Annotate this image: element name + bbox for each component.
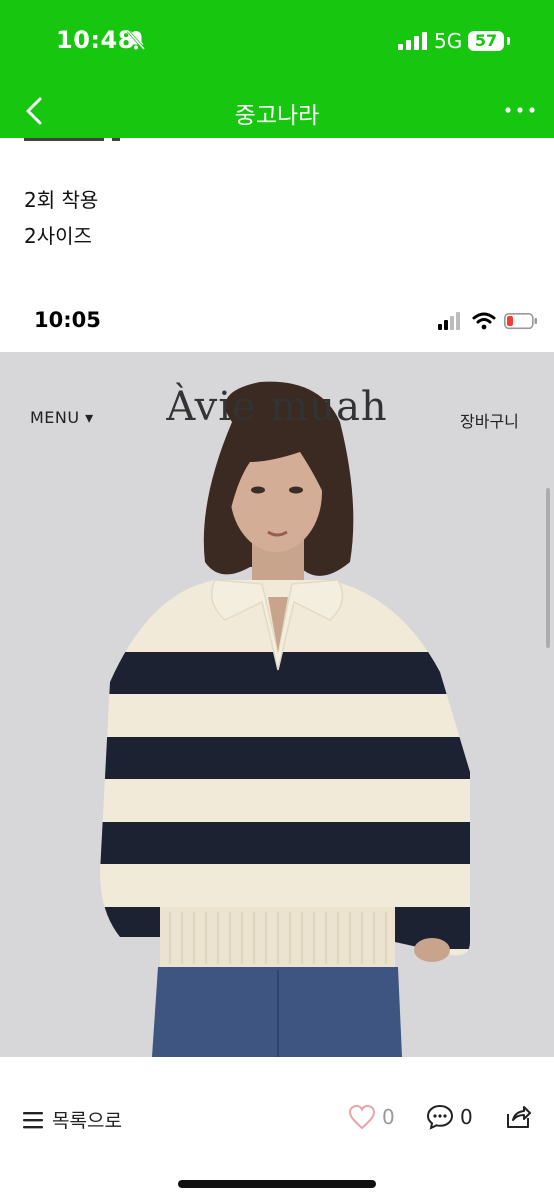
- model-illustration: [0, 352, 554, 1057]
- back-to-list-button[interactable]: 목록으로: [22, 1106, 122, 1133]
- embedded-status-time: 10:05: [34, 308, 101, 332]
- embedded-signal-icon: [438, 312, 460, 330]
- embedded-battery-icon: [504, 313, 537, 330]
- bottom-action-bar: 목록으로 0 0: [0, 1086, 554, 1150]
- share-icon[interactable]: [504, 1104, 532, 1130]
- top-nav-bar: 중고나라: [0, 84, 554, 138]
- embedded-status-bar: 10:05: [0, 290, 554, 352]
- like-count: 0: [382, 1105, 395, 1129]
- embedded-scrollbar: [546, 488, 550, 648]
- post-description: 2회 착용 2사이즈: [24, 182, 98, 254]
- page-title: 중고나라: [234, 103, 320, 129]
- heart-icon: [348, 1104, 376, 1130]
- product-photo: MENU ▾ Àvie muah 장바구니: [0, 352, 554, 1057]
- embedded-wifi-icon: [472, 312, 496, 330]
- like-button[interactable]: 0: [348, 1104, 395, 1130]
- status-bar: 10:48 5G 57: [0, 0, 554, 84]
- home-indicator: [178, 1180, 376, 1188]
- more-options-icon[interactable]: [500, 98, 540, 122]
- clipped-text-fragment: [24, 138, 120, 141]
- description-line: 2사이즈: [24, 224, 92, 248]
- signal-icon: [398, 32, 427, 50]
- back-to-list-label: 목록으로: [52, 1110, 122, 1132]
- list-icon: [23, 1111, 43, 1128]
- network-label: 5G: [434, 29, 463, 53]
- description-line: 2회 착용: [24, 188, 99, 212]
- bell-muted-icon: [126, 30, 146, 50]
- embedded-cart-link: 장바구니: [460, 412, 519, 431]
- comment-button[interactable]: 0: [426, 1104, 473, 1130]
- battery-icon: 57: [468, 31, 504, 51]
- comment-count: 0: [460, 1105, 473, 1129]
- battery-cap: [507, 37, 510, 45]
- comment-icon: [426, 1104, 454, 1130]
- embedded-status-icons: [438, 312, 537, 330]
- status-time: 10:48: [56, 26, 135, 54]
